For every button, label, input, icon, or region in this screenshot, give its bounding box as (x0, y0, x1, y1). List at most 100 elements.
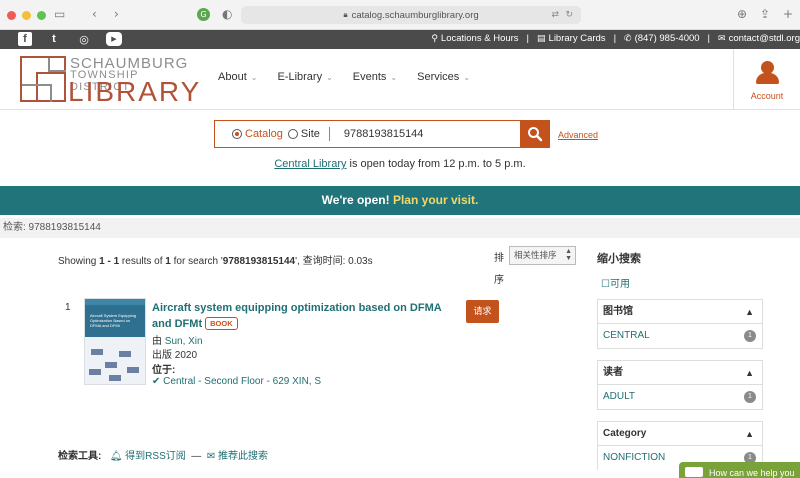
search-icon (528, 127, 543, 142)
address-bar[interactable]: 🔒︎ catalog.schaumburglibrary.org ⇄ ↻ (241, 6, 581, 24)
refine-heading: 缩小搜索 (597, 253, 641, 265)
available-filter[interactable]: ☐可用 (601, 275, 630, 290)
scope-catalog-radio[interactable]: Catalog (232, 128, 283, 140)
instagram-icon[interactable]: ◎ (76, 32, 92, 46)
email-search-link[interactable]: ✉ 推荐此搜索 (207, 451, 268, 462)
back-icon[interactable]: ‹ (92, 7, 97, 21)
library-cards-link[interactable]: ▤ Library Cards (537, 33, 606, 44)
sort-label: 排序 (494, 253, 504, 286)
account-label: Account (750, 91, 784, 101)
social-links: f t ◎ ▶ (18, 32, 122, 46)
phone-link[interactable]: ✆ (847) 985-4000 (624, 33, 700, 44)
sort-value: 相关性排序 (514, 250, 557, 260)
hours-text: is open today from 12 p.m. to 5 p.m. (346, 158, 526, 170)
privacy-shield-icon[interactable]: ◐ (222, 7, 232, 21)
mail-icon: ✉ (718, 33, 726, 43)
facet-library: 图书馆 ▲ CENTRAL 1 (597, 299, 763, 349)
chat-icon (685, 467, 703, 477)
mail-icon: ✉ (206, 451, 216, 462)
library-logo[interactable]: SCHAUMBURG TOWNSHIP DISTRICT LIBRARY (20, 56, 202, 107)
located-label: 位于: (152, 365, 176, 376)
open-banner: We're open! Plan your visit. (0, 186, 800, 215)
account-button[interactable]: Account (733, 49, 800, 109)
minimize-window-button[interactable] (22, 11, 31, 20)
translate-icon[interactable]: ⇄ (551, 9, 559, 20)
locations-hours-link[interactable]: ⚲ Locations & Hours (431, 33, 518, 44)
bell-icon: 🔔︎ (109, 451, 123, 462)
plan-visit-link[interactable]: Plan your visit. (393, 193, 478, 207)
reload-icon[interactable]: ↻ (565, 9, 573, 20)
separator: | (707, 33, 711, 44)
forward-icon[interactable]: › (114, 7, 119, 21)
checkmark-icon: ✔ (152, 376, 161, 387)
search-button[interactable] (520, 120, 550, 148)
twitter-icon[interactable]: t (46, 32, 62, 46)
record-title[interactable]: Aircraft system equipping optimization b… (152, 300, 452, 332)
results-summary: Showing 1 - 1 results of 1 for search '9… (58, 256, 373, 267)
phone-icon: ✆ (624, 33, 632, 43)
site-header: SCHAUMBURG TOWNSHIP DISTRICT LIBRARY Abo… (0, 49, 800, 110)
search-input[interactable] (343, 128, 504, 140)
grammarly-extension-icon[interactable]: G (197, 8, 210, 21)
facet-header[interactable]: 图书馆 ▲ (598, 300, 762, 324)
book-cover[interactable]: Aircraft System Equipping Optimization B… (84, 298, 146, 385)
format-badge: BOOK (205, 317, 238, 330)
separator: | (613, 33, 617, 44)
new-tab-icon[interactable]: + (783, 7, 793, 21)
youtube-icon[interactable]: ▶ (106, 32, 122, 46)
search-divider (328, 127, 330, 141)
central-library-link[interactable]: Central Library (274, 158, 346, 170)
nav-about[interactable]: About ⌄ (218, 71, 257, 83)
banner-text: We're open! (321, 193, 393, 207)
email-link[interactable]: ✉ contact@stdl.org (718, 33, 800, 44)
nav-e-library[interactable]: E-Library ⌄ (277, 71, 332, 83)
record-location[interactable]: ✔ Central - Second Floor - 629 XIN, S (152, 376, 321, 387)
downloads-icon[interactable]: ⊕ (737, 7, 747, 21)
window-controls (7, 11, 46, 20)
facet-audience: 读者 ▲ ADULT 1 (597, 360, 763, 410)
card-icon: ▤ (537, 33, 546, 43)
scope-site-radio[interactable]: Site (287, 128, 320, 140)
facet-header[interactable]: 读者 ▲ (598, 361, 762, 385)
separator: | (526, 33, 530, 44)
facebook-icon[interactable]: f (18, 32, 32, 46)
nav-services[interactable]: Services ⌄ (417, 71, 470, 83)
search-tools: 检索工具: 🔔︎ 得到RSS订阅 — ✉ 推荐此搜索 (58, 451, 269, 462)
record-author: 由 Sun, Xin (152, 336, 203, 347)
chevron-down-icon: ⌄ (326, 72, 333, 82)
location-link[interactable]: Central - Second Floor - 629 XIN, S (163, 376, 321, 387)
logo-line-3: LIBRARY (68, 76, 202, 107)
advanced-search-link[interactable]: Advanced (558, 130, 598, 140)
chevron-down-icon: ⌄ (390, 72, 398, 82)
share-icon[interactable]: ⇪ (760, 7, 770, 21)
browser-toolbar: ▭ ‹ › G ◐ 🔒︎ catalog.schaumburglibrary.o… (0, 0, 800, 30)
collapse-icon: ▲ (745, 368, 754, 378)
collapse-icon: ▲ (745, 307, 754, 317)
help-chat-button[interactable]: How can we help you (679, 462, 800, 478)
hours-notice: Central Library is open today from 12 p.… (0, 158, 800, 170)
sort-dropdown[interactable]: 相关性排序 ▲ ▼ (509, 246, 576, 265)
sidebar-toggle-icon[interactable]: ▭ (54, 7, 65, 21)
facet-option[interactable]: ADULT 1 (598, 385, 762, 409)
maximize-window-button[interactable] (37, 11, 46, 20)
nav-events[interactable]: Events ⌄ (353, 71, 397, 83)
radio-selected-icon (232, 129, 242, 139)
logo-mark-icon (20, 56, 66, 102)
main-nav: About ⌄ E-Library ⌄ Events ⌄ Services ⌄ (218, 71, 470, 83)
cover-title: Aircraft System Equipping Optimization B… (90, 313, 137, 328)
utility-links: ⚲ Locations & Hours | ▤ Library Cards | ✆(… (431, 33, 800, 44)
result-number: 1 (65, 302, 71, 313)
facet-header[interactable]: Category ▲ (598, 422, 762, 446)
record-published: 出版 2020 (152, 350, 198, 361)
chevron-down-icon: ⌄ (250, 72, 258, 82)
request-button[interactable]: 请求 (466, 300, 499, 323)
count-badge: 1 (744, 330, 756, 342)
lock-icon: 🔒︎ (343, 10, 348, 19)
facet-option[interactable]: CENTRAL 1 (598, 324, 762, 348)
checkbox-icon[interactable]: ☐ (601, 279, 610, 290)
rss-link[interactable]: 🔔︎ 得到RSS订阅 (110, 451, 186, 462)
catalog-search-bar: Catalog Site (214, 120, 550, 148)
close-window-button[interactable] (7, 11, 16, 20)
select-arrows-icon: ▲ ▼ (565, 248, 572, 262)
collapse-icon: ▲ (745, 429, 754, 439)
